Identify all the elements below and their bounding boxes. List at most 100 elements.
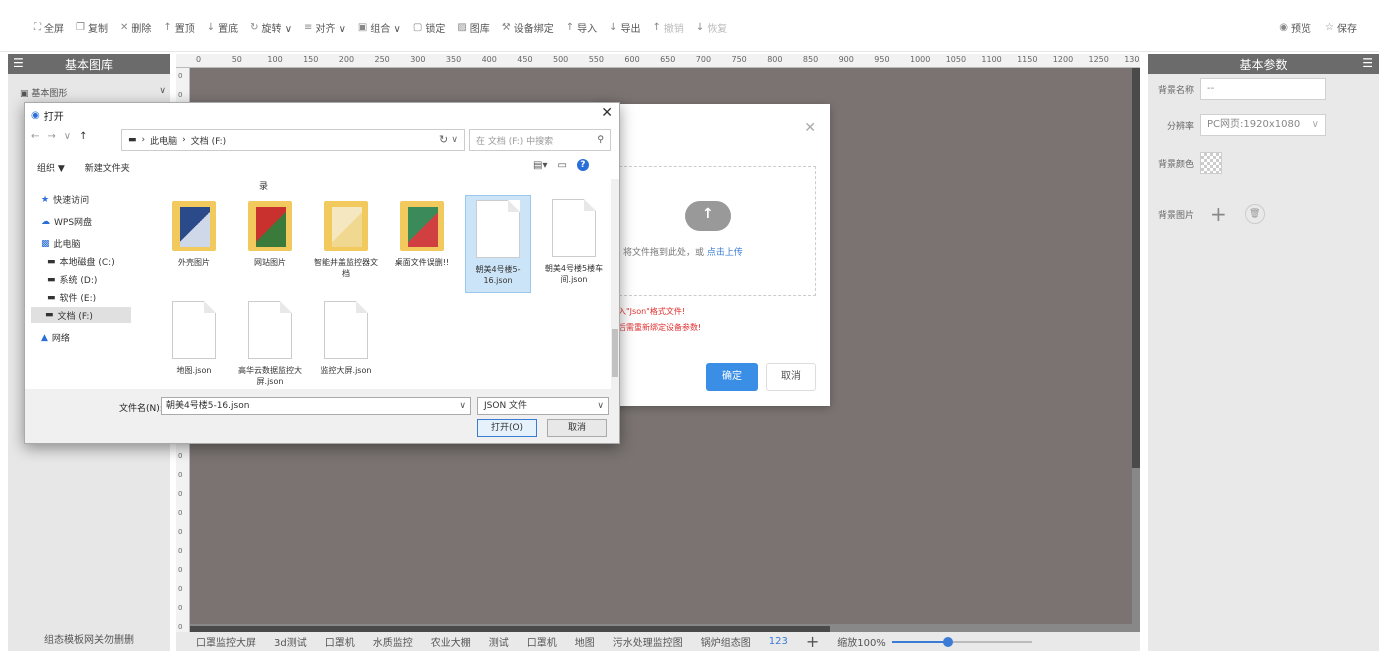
ruler-tick: 1150	[1017, 55, 1038, 64]
help-icon[interactable]: ?	[576, 159, 589, 171]
toolbar-redo-button[interactable]: ↓ 恢复	[696, 20, 727, 35]
folder-item[interactable]: 网站图片	[237, 195, 303, 293]
page-tab[interactable]: 口罩监控大屏	[196, 634, 256, 649]
page-tab[interactable]: 测试	[489, 634, 509, 649]
page-tab[interactable]: 口罩机	[325, 634, 355, 649]
bg-image-label: 背景图片	[1158, 210, 1195, 221]
vertical-scrollbar[interactable]	[1132, 68, 1140, 468]
ruler-tick: 200	[338, 55, 355, 64]
organize-menu[interactable]: 组织 ▼	[37, 161, 65, 174]
cancel-button[interactable]: 取消	[547, 419, 607, 437]
save-button[interactable]: ☆ 保存	[1325, 20, 1357, 35]
nav-quick-access[interactable]: ★ 快速访问	[41, 193, 89, 207]
toolbar-fullscreen-button[interactable]: ⛶ 全屏	[34, 20, 64, 35]
page-tab[interactable]: 123	[769, 636, 788, 647]
nav-wps[interactable]: ☁ WPS网盘	[41, 215, 92, 229]
toolbar-undo-button[interactable]: ↑ 撤销	[653, 20, 684, 35]
address-bar[interactable]: ▬ › 此电脑 › 文档 (F:) ∨	[121, 129, 465, 151]
breadcrumb-pc[interactable]: 此电脑	[150, 134, 177, 147]
hamburger-icon[interactable]: ☰	[13, 56, 24, 70]
ruler-tick: 750	[731, 55, 747, 64]
page-tab[interactable]: 地图	[575, 634, 595, 649]
folder-item[interactable]: 外壳图片	[161, 195, 227, 293]
breadcrumb-drive[interactable]: 文档 (F:)	[191, 134, 226, 147]
filetype-select[interactable]: JSON 文件 ∨	[477, 397, 609, 415]
file-item[interactable]: 监控大屏.json	[313, 297, 379, 391]
toolbar-arrow-down-button[interactable]: ↓ 置底	[207, 20, 238, 35]
up-icon[interactable]: ↑	[79, 131, 87, 142]
bg-name-input[interactable]: --	[1200, 78, 1326, 100]
toolbar-group-button[interactable]: ▣ 组合 ∨	[358, 20, 401, 35]
delete-icon: ✕	[119, 22, 129, 33]
upload-link[interactable]: 点击上传	[707, 248, 743, 258]
toolbar-import-button[interactable]: ↑ 导入	[566, 20, 597, 35]
open-button[interactable]: 打开(O)	[477, 419, 537, 437]
page-tab[interactable]: 锅炉组态图	[701, 634, 751, 649]
resolution-select[interactable]: PC网页:1920x1080 ∨	[1200, 114, 1326, 136]
nav-drive-c[interactable]: ▬ 本地磁盘 (C:)	[47, 255, 115, 269]
chevron-down-icon[interactable]: ∨	[64, 131, 71, 142]
nav-network[interactable]: ▲ 网络	[41, 331, 70, 345]
page-tab[interactable]: 3d测试	[274, 634, 307, 649]
partial-label: 录	[259, 182, 269, 192]
left-panel-title: 基本图库	[64, 57, 113, 72]
trash-icon[interactable]: 🗑	[1244, 204, 1265, 224]
chevron-down-icon[interactable]: ∨	[459, 398, 466, 414]
view-mode-icon[interactable]: ▤▾	[533, 160, 547, 171]
add-image-icon[interactable]: +	[1210, 202, 1227, 226]
page-tab[interactable]: 农业大棚	[431, 634, 471, 649]
toolbar-delete-button[interactable]: ✕ 删除	[120, 20, 151, 35]
preview-pane-icon[interactable]: ▭	[557, 160, 566, 171]
dialog-footer: 文件名(N): 朝美4号楼5-16.json ∨ JSON 文件 ∨ 打开(O) 取…	[25, 389, 619, 443]
file-item[interactable]: 高华云数据监控大屏.json	[237, 297, 303, 391]
slider-knob[interactable]	[942, 636, 953, 647]
filename-input[interactable]: 朝美4号楼5-16.json ∨	[161, 397, 471, 415]
add-page-icon[interactable]: +	[806, 632, 819, 651]
bg-color-swatch[interactable]	[1200, 152, 1222, 174]
cancel-button[interactable]: 取消	[766, 363, 816, 391]
file-name: 智能井盖监控器文档	[314, 258, 378, 278]
file-item[interactable]: 朝美4号楼5-16.json	[465, 195, 531, 293]
toolbar-rotate-button[interactable]: ↻ 旋转 ∨	[250, 20, 292, 35]
page-tab[interactable]: 口罩机	[527, 634, 557, 649]
nav-drive-d[interactable]: ▬ 系统 (D:)	[47, 273, 97, 287]
hamburger-icon[interactable]: ☰	[1362, 56, 1373, 70]
close-icon[interactable]: ✕	[804, 120, 816, 136]
close-icon[interactable]: ✕	[601, 105, 613, 121]
view-buttons: ▤▾ ▭ ?	[533, 159, 589, 171]
category-basic-shapes[interactable]: ▣ 基本图形 ∨	[20, 86, 166, 99]
gallery-icon: ▨	[457, 22, 467, 33]
nav-this-pc[interactable]: ▩ 此电脑	[41, 237, 81, 251]
upload-dropzone[interactable]: 将文件拖到此处，或 点击上传	[614, 166, 816, 296]
folder-item[interactable]: 智能井盖监控器文档	[313, 195, 379, 293]
toolbar-export-button[interactable]: ↓ 导出	[609, 20, 640, 35]
forward-icon[interactable]: →	[47, 131, 55, 142]
nav-drive-e[interactable]: ▬ 软件 (E:)	[47, 291, 96, 305]
preview-button[interactable]: ◉ 预览	[1279, 20, 1311, 35]
search-input[interactable]: 在 文档 (F:) 中搜索 ⚲	[469, 129, 611, 151]
back-icon[interactable]: ←	[31, 131, 39, 142]
toolbar-arrow-up-button[interactable]: ↑ 置顶	[163, 20, 194, 35]
toolbar-gallery-button[interactable]: ▨ 图库	[457, 20, 489, 35]
toolbar-align-button[interactable]: ≡ 对齐 ∨	[304, 20, 346, 35]
ruler-tick: 1100	[981, 55, 1002, 64]
folder-item[interactable]: 桌面文件误删!!	[389, 195, 455, 293]
zoom-slider[interactable]	[891, 636, 1032, 647]
confirm-button[interactable]: 确定	[706, 363, 758, 391]
new-folder-button[interactable]: 新建文件夹	[85, 161, 130, 174]
nav-drive-f[interactable]: ▬ 文档 (F:)	[31, 307, 131, 323]
file-list-scrollbar[interactable]	[611, 179, 619, 389]
refresh-icon[interactable]: ↻	[439, 133, 448, 146]
toolbar-copy-button[interactable]: ❐ 复制	[76, 20, 108, 35]
toolbar-link-button[interactable]: ⚒ 设备绑定	[502, 20, 554, 35]
page-tab[interactable]: 水质监控	[373, 634, 413, 649]
folder-icon	[400, 201, 444, 251]
page-tab[interactable]: 污水处理监控图	[613, 634, 683, 649]
monitor-icon: ▩	[41, 238, 50, 249]
toolbar-lock-button[interactable]: ▢ 锁定	[413, 20, 445, 35]
ruler-tick: 600	[624, 55, 640, 64]
file-item[interactable]: 朝美4号楼5楼车间.json	[541, 195, 607, 293]
chevron-down-icon[interactable]: ∨	[451, 135, 458, 145]
scroll-thumb[interactable]	[612, 329, 618, 377]
file-item[interactable]: 地图.json	[161, 297, 227, 391]
